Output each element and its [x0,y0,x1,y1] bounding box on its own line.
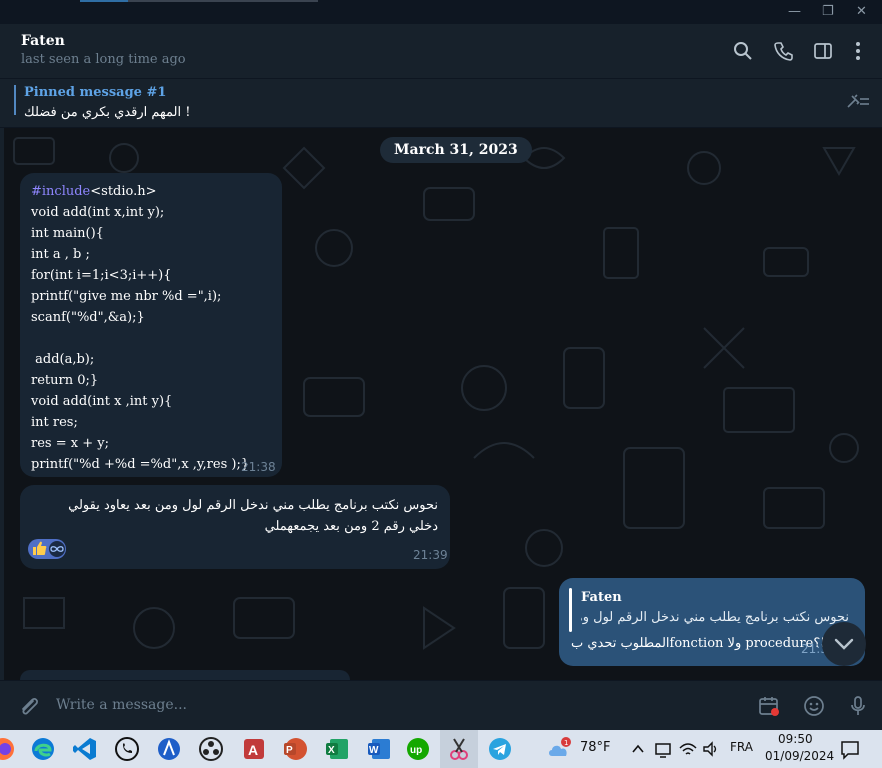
reply-author[interactable]: Faten [581,590,622,605]
volume-icon[interactable] [702,736,720,762]
obs-icon[interactable] [198,736,224,762]
message-time: 21:38 [241,460,276,474]
window-titlebar: — ❐ ✕ [0,0,882,24]
code-line: void add(int x ,int y){ [31,394,173,409]
svg-text:A: A [248,742,258,758]
reply-quote-bar [569,588,572,632]
contact-name[interactable]: Faten [21,33,65,49]
message-bubble-arabic[interactable]: نحوس نكتب برنامج يطلب مني ندخل الرقم لول… [20,485,450,569]
svg-text:P: P [286,745,293,756]
edge-icon[interactable] [30,736,56,762]
message-time: 21:39 [413,548,448,562]
titlebar-divider [128,0,318,2]
clock-date[interactable]: 01/09/2024 [765,749,834,763]
vscode-icon[interactable] [72,736,98,762]
weather-temperature[interactable]: 78°F [580,740,611,755]
code-line: add(a,b); [31,352,95,367]
code-line: int main(){ [31,226,104,241]
input-language[interactable]: FRA [730,740,753,754]
include-keyword: #include [31,184,91,199]
chat-header: Faten last seen a long time ago [0,24,882,79]
svg-text:X: X [328,745,335,756]
reply-preview[interactable]: نحوس نكتب برنامج يطلب مني ندخل الرقم لول… [581,610,849,625]
upwork-icon[interactable]: up [405,736,431,762]
code-line: scanf("%d",&a);} [31,310,145,325]
titlebar-tab-indicator [80,0,128,2]
code-line: return 0;} [31,373,99,388]
pinned-message-bar[interactable]: Pinned message #1 المهم ارقدي بكري من فض… [0,79,882,128]
pinned-title: Pinned message #1 [24,85,167,100]
close-icon[interactable]: ✕ [856,4,867,19]
wifi-icon[interactable] [678,736,698,762]
date-separator: March 31, 2023 [380,137,532,163]
emoji-icon[interactable] [802,694,826,718]
code-line: printf("%d +%d =%d",x ,y,res );} [31,457,250,472]
message-bubble-outgoing[interactable]: Faten نحوس نكتب برنامج يطلب مني ندخل الر… [559,578,865,666]
pinned-indicator [14,85,16,115]
powerpoint-icon[interactable]: P [282,736,308,762]
chevron-up-icon[interactable] [630,736,646,762]
chat-history[interactable]: March 31, 2023 #include<stdio.h> void ad… [4,128,882,680]
code-line: for(int i=1;i<3;i++){ [31,268,172,283]
more-options-icon[interactable] [847,40,869,62]
next-message-bubble [20,670,350,680]
message-composer: Write a message... [0,680,882,731]
unpin-icon[interactable] [844,93,870,111]
display-icon[interactable] [654,736,672,762]
chevron-down-icon [834,638,854,650]
telegram-icon[interactable] [487,736,513,762]
code-line: res = x + y; [31,436,109,451]
xcode-app-icon[interactable] [156,736,182,762]
svg-text:up: up [410,745,422,756]
schedule-icon[interactable] [757,694,781,718]
weather-badge: 1 [564,739,568,747]
snipping-tool-icon[interactable] [446,736,472,762]
message-input[interactable]: Write a message... [56,697,187,713]
pinned-text: المهم ارقدي بكري من فضلك ! [24,105,191,120]
contact-status: last seen a long time ago [21,52,186,67]
word-icon[interactable]: W [366,736,392,762]
firefox-icon[interactable] [0,736,16,762]
arabic-message-text: نحوس نكتب برنامج يطلب مني ندخل الرقم لول… [68,498,438,534]
code-line: int a , b ; [31,247,90,262]
weather-cloud-icon[interactable]: 1 [546,736,574,762]
reaction-badge[interactable] [28,539,66,559]
attach-icon[interactable] [16,694,40,718]
scroll-down-button[interactable] [822,622,866,666]
code-line: void add(int x,int y); [31,205,165,220]
phone-icon[interactable] [773,40,795,62]
sidebar-toggle-icon[interactable] [812,40,834,62]
code-line: int res; [31,415,78,430]
outgoing-message-text: المطلوب تحدي بfonction ولا procedure؟! [571,636,825,651]
code-line: printf("give me nbr %d =",i); [31,289,222,304]
thumbs-up-icon [33,541,47,555]
access-icon[interactable]: A [240,736,266,762]
restore-icon[interactable]: ❐ [822,4,834,19]
windows-taskbar: A P X W up 1 78°F FRA 09:50 01/09/2024 [0,730,882,768]
excel-icon[interactable]: X [324,736,350,762]
message-bubble-code[interactable]: #include<stdio.h> void add(int x,int y);… [20,173,282,477]
infinity-icon [49,541,65,557]
minimize-icon[interactable]: — [788,4,801,19]
whatsapp-icon[interactable] [114,736,140,762]
clock-time[interactable]: 09:50 [778,732,813,746]
code-line: <stdio.h> [90,184,157,199]
notifications-icon[interactable] [840,736,860,762]
search-icon[interactable] [732,40,754,62]
code-message-text: #include<stdio.h> void add(int x,int y);… [31,181,249,475]
svg-text:W: W [369,745,379,756]
microphone-icon[interactable] [846,694,870,718]
